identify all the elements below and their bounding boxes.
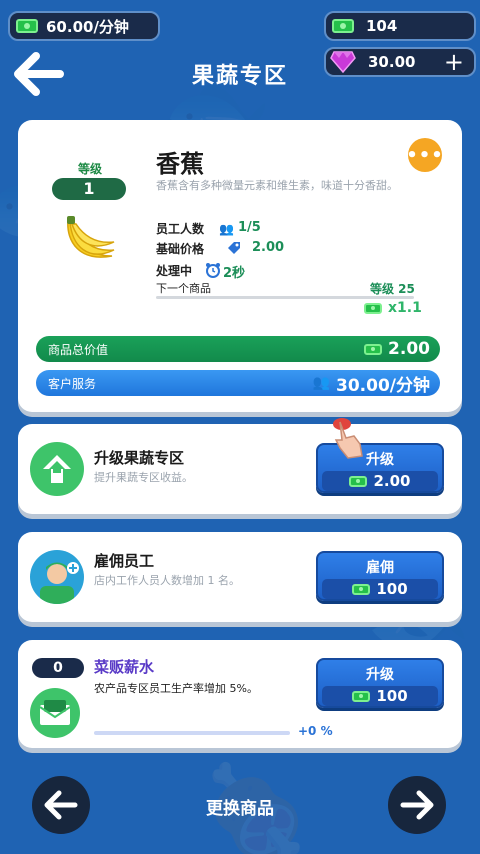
ellipsis-icon: ••• xyxy=(406,144,444,166)
hire-employee-title: 雇佣员工 xyxy=(94,552,155,570)
next-product-progress xyxy=(156,296,414,299)
employee-avatar-icon xyxy=(30,550,84,604)
cash-icon xyxy=(352,583,371,595)
cash-icon xyxy=(349,475,368,487)
salary-progress xyxy=(94,731,290,735)
customer-service-label: 客户服务 xyxy=(48,376,97,391)
price-tag-icon xyxy=(228,242,240,254)
hire-employee-description: 店内工作人员人数增加 1 名。 xyxy=(94,574,240,587)
hire-button[interactable]: 雇佣 100 xyxy=(316,551,444,601)
salary-upgrade-price: 100 xyxy=(376,687,408,705)
product-name: 香蕉 xyxy=(156,150,204,178)
upgrade-arrow-icon xyxy=(30,442,84,496)
cash-icon xyxy=(364,303,382,314)
upgrade-section-price: 2.00 xyxy=(373,472,411,490)
next-multiplier: x1.1 xyxy=(388,300,422,316)
customer-service-bar: 客户服务 👥 30.00/分钟 xyxy=(36,370,440,396)
cash-icon xyxy=(364,343,383,355)
next-product-level: 等级 25 xyxy=(370,282,415,296)
level-badge: 1 xyxy=(52,178,126,200)
total-value: 2.00 xyxy=(388,339,430,359)
people-icon: 👥 xyxy=(219,222,234,236)
hire-button-label: 雇佣 xyxy=(366,560,394,576)
cash-icon xyxy=(16,19,38,33)
total-value-label: 商品总价值 xyxy=(48,342,109,357)
page-title: 果蔬专区 xyxy=(191,64,288,89)
cash-icon xyxy=(332,19,354,33)
more-options-button[interactable]: ••• xyxy=(406,138,444,172)
cash-amount: 104 xyxy=(366,17,398,35)
total-value-bar: 商品总价值 2.00 xyxy=(36,336,440,362)
base-price-label: 基础价格 xyxy=(156,242,205,256)
hire-price: 100 xyxy=(376,580,408,598)
base-price-value: 2.00 xyxy=(252,240,285,255)
employees-label: 员工人数 xyxy=(156,222,205,236)
upgrade-section-description: 提升果蔬专区收益。 xyxy=(94,471,193,484)
processing-value: 2秒 xyxy=(223,266,246,281)
people-icon: 👥 xyxy=(312,375,331,391)
income-rate-text: 60.00/分钟 xyxy=(46,17,129,36)
banana-icon xyxy=(67,216,115,258)
right-arrow-icon xyxy=(400,790,434,820)
tutorial-hand-pointer-icon xyxy=(333,418,363,459)
salary-upgrade-button[interactable]: 升级 100 xyxy=(316,658,444,708)
customer-service-value: 30.00/分钟 xyxy=(336,375,430,396)
salary-upgrade-button-label: 升级 xyxy=(366,667,394,683)
salary-description: 农产品专区员工生产率增加 5%。 xyxy=(94,682,258,695)
salary-level-badge: 0 xyxy=(32,658,84,678)
salary-title: 菜贩薪水 xyxy=(94,658,155,676)
next-product-button[interactable] xyxy=(388,776,446,834)
next-product-label: 下一个商品 xyxy=(156,282,211,295)
product-description: 香蕉含有多种微量元素和维生素，味道十分香甜。 xyxy=(156,179,398,192)
salary-progress-text: +0 % xyxy=(298,724,333,738)
income-rate-pill: 60.00/分钟 xyxy=(8,11,160,41)
alarm-clock-icon xyxy=(206,263,220,278)
upgrade-section-title: 升级果蔬专区 xyxy=(94,449,185,467)
processing-label: 处理中 xyxy=(156,264,193,278)
money-envelope-icon xyxy=(30,688,80,738)
cash-pill: 104 xyxy=(324,11,476,41)
cash-icon xyxy=(352,690,371,702)
level-label: 等级 xyxy=(78,162,103,176)
employees-value: 1/5 xyxy=(238,220,261,235)
